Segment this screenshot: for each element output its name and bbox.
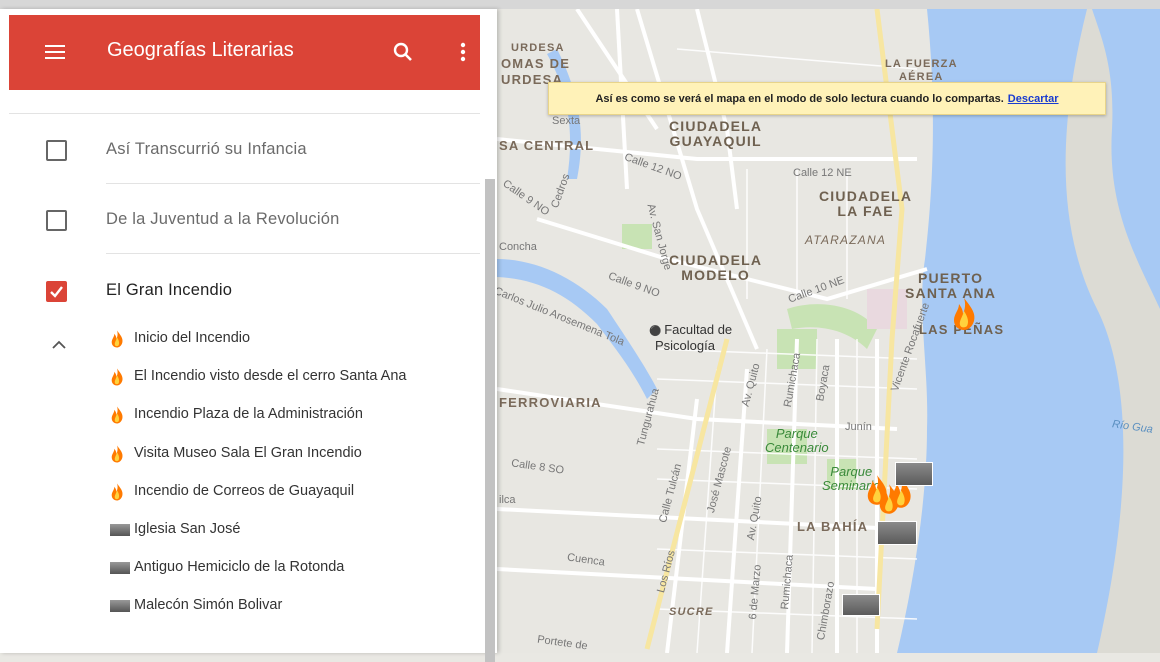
- list-item-plaza-administracion[interactable]: Incendio Plaza de la Administración: [110, 405, 470, 427]
- list-item-label: Malecón Simón Bolivar: [134, 597, 283, 613]
- fire-icon: [111, 368, 123, 386]
- fire-icon: [111, 330, 123, 348]
- panel-header: Geografías Literarias: [9, 15, 480, 90]
- list-item-iglesia[interactable]: Iglesia San José: [110, 520, 470, 542]
- side-panel: Geografías Literarias Así Transcurrió su…: [0, 9, 497, 662]
- layer-juventud[interactable]: De la Juventud a la Revolución: [46, 210, 466, 250]
- list-item-cerro-santa-ana[interactable]: El Incendio visto desde el cerro Santa A…: [110, 367, 470, 389]
- map-label-central: SA CENTRAL: [499, 138, 595, 153]
- more-vert-icon[interactable]: [451, 40, 475, 64]
- map-label-ilca: ilca: [499, 494, 516, 506]
- map-label-junin: Junín: [845, 421, 872, 433]
- map-label-fuerza: LA FUERZA: [885, 58, 958, 70]
- layer-checkbox[interactable]: [46, 210, 67, 231]
- fire-marker-icon[interactable]: [951, 297, 977, 331]
- map-label-urdesa: URDESA: [511, 42, 565, 54]
- chevron-up-icon[interactable]: [52, 340, 66, 350]
- list-item-label: Iglesia San José: [134, 521, 241, 537]
- map-label-ferroviaria: FERROVIARIA: [499, 395, 602, 410]
- map-label-sucre: SUCRE: [669, 606, 714, 618]
- divider: [106, 183, 480, 184]
- map-poi-facultad[interactable]: ⚫ Facultad de Psicología: [649, 323, 732, 353]
- map-label-la-bahia: LA BAHÍA: [797, 519, 869, 534]
- list-item-museo[interactable]: Visita Museo Sala El Gran Incendio: [110, 444, 470, 466]
- layer-label: El Gran Incendio: [106, 281, 233, 299]
- map-label-lomas: OMAS DE: [501, 56, 571, 71]
- photo-icon: [110, 524, 130, 536]
- list-item-label: Incendio de Correos de Guayaquil: [134, 483, 355, 499]
- panel-scrollbar[interactable]: [485, 179, 495, 662]
- layer-gran-incendio[interactable]: El Gran Incendio: [46, 281, 466, 321]
- layer-checkbox-checked[interactable]: [46, 281, 67, 302]
- list-item-label: Inicio del Incendio: [134, 330, 251, 346]
- photo-icon: [110, 600, 130, 612]
- photo-icon: [110, 562, 130, 574]
- school-icon: ⚫: [649, 326, 665, 337]
- layer-checkbox[interactable]: [46, 140, 67, 161]
- list-item-inicio[interactable]: Inicio del Incendio: [110, 329, 470, 351]
- list-item-label: Visita Museo Sala El Gran Incendio: [134, 445, 362, 461]
- list-item-correos[interactable]: Incendio de Correos de Guayaquil: [110, 482, 470, 504]
- notice-text: Así es como se verá el mapa en el modo d…: [595, 92, 1004, 105]
- map-label-cd-guayaquil: CIUDADELA GUAYAQUIL: [669, 118, 763, 149]
- list-item-label: Incendio Plaza de la Administración: [134, 406, 363, 422]
- photo-marker-icon[interactable]: [877, 521, 917, 545]
- read-only-notice: Así es como se verá el mapa en el modo d…: [548, 82, 1106, 115]
- browser-top-edge: [0, 0, 1160, 9]
- divider: [9, 113, 480, 114]
- fire-icon: [111, 483, 123, 501]
- divider: [106, 253, 480, 254]
- dismiss-link[interactable]: Descartar: [1008, 93, 1059, 105]
- layer-infancia[interactable]: Así Transcurrió su Infancia: [46, 140, 466, 180]
- map-label-fae: CIUDADELA LA FAE: [819, 188, 913, 219]
- check-icon: [50, 286, 63, 298]
- list-item-label: Antiguo Hemiciclo de la Rotonda: [134, 559, 345, 575]
- list-item-hemiciclo[interactable]: Antiguo Hemiciclo de la Rotonda: [110, 558, 470, 580]
- map-label-atarazana: ATARAZANA: [805, 233, 887, 247]
- layer-label: De la Juventud a la Revolución: [106, 210, 340, 228]
- menu-icon[interactable]: [45, 45, 65, 61]
- layer-label: Así Transcurrió su Infancia: [106, 140, 307, 158]
- photo-marker-icon[interactable]: [895, 462, 933, 486]
- list-item-label: El Incendio visto desde el cerro Santa A…: [134, 368, 407, 384]
- list-item-malecon[interactable]: Malecón Simón Bolivar: [110, 596, 470, 618]
- map-park-centenario[interactable]: Parque Centenario: [765, 427, 829, 455]
- map-label-calle12ne: Calle 12 NE: [793, 167, 852, 179]
- map-label-sexta: Sexta: [552, 115, 581, 127]
- map-label-concha: Concha: [499, 241, 537, 253]
- fire-icon: [111, 406, 123, 424]
- map-label-modelo: CIUDADELA MODELO: [669, 252, 763, 283]
- map-title: Geografías Literarias: [107, 39, 294, 61]
- photo-marker-icon[interactable]: [842, 594, 880, 616]
- search-icon[interactable]: [391, 40, 415, 64]
- fire-icon: [111, 445, 123, 463]
